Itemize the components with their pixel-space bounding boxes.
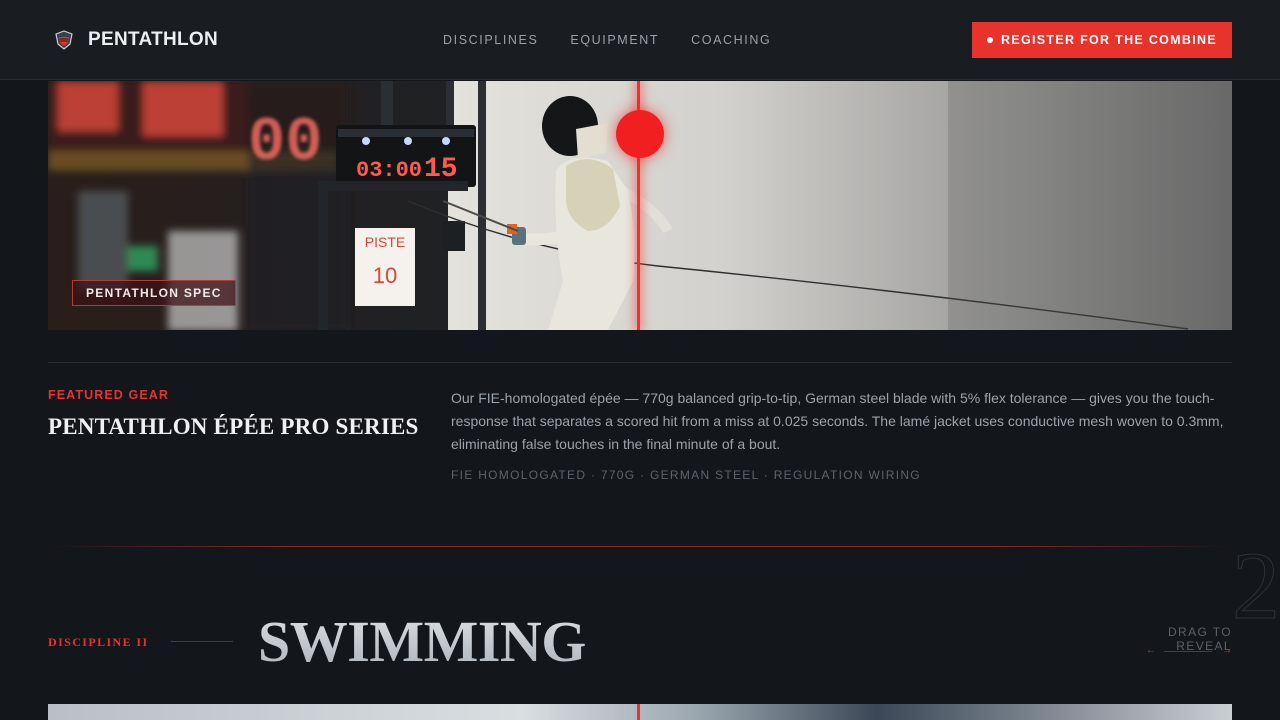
discipline-numeral: 2 bbox=[1232, 532, 1280, 639]
scoreboard-time: 03:00 bbox=[356, 158, 422, 183]
dot-icon bbox=[987, 37, 994, 43]
brand-name: PENTATHLON bbox=[88, 29, 219, 50]
featured-gear-kicker: FEATURED GEAR bbox=[48, 388, 170, 402]
featured-gear-specs: FIE HOMOLOGATED · 770G · GERMAN STEEL · … bbox=[451, 468, 921, 482]
reveal-slider-line-swimming[interactable] bbox=[637, 704, 640, 720]
discipline-kicker: DISCIPLINE II bbox=[48, 635, 149, 649]
discipline-title: SWIMMING bbox=[258, 609, 586, 674]
scoreboard-score: 15 bbox=[424, 154, 458, 185]
nav-link-disciplines[interactable]: DISCIPLINES bbox=[443, 33, 538, 47]
pentathlon-spec-badge: PENTATHLON SPEC bbox=[72, 280, 236, 306]
featured-gear-title: PENTATHLON ÉPÉE PRO SERIES bbox=[48, 414, 419, 439]
reveal-slider-handle[interactable] bbox=[616, 110, 664, 158]
fencer-mask-icon bbox=[55, 30, 73, 50]
piste-sign-number: 10 bbox=[373, 263, 397, 288]
nav-link-coaching[interactable]: COACHING bbox=[691, 33, 771, 47]
section-divider bbox=[48, 362, 1232, 363]
hero-image-swimming[interactable] bbox=[48, 704, 1232, 720]
arrow-left-icon: ← bbox=[1146, 645, 1156, 656]
register-combine-label: REGISTER FOR THE COMBINE bbox=[1001, 33, 1217, 47]
accent-divider bbox=[48, 546, 1232, 547]
top-navigation-bar: PENTATHLON DISCIPLINES EQUIPMENT COACHIN… bbox=[0, 0, 1280, 80]
drag-track bbox=[1164, 651, 1212, 652]
drag-indicator[interactable]: ← → bbox=[1146, 645, 1232, 661]
hero-image-fencing[interactable]: 00 03:00 15 PISTE 10 PENTATHLON SPEC bbox=[48, 81, 1232, 330]
main-nav: DISCIPLINES EQUIPMENT COACHING bbox=[443, 33, 803, 47]
register-combine-button[interactable]: REGISTER FOR THE COMBINE bbox=[972, 22, 1232, 58]
featured-gear-description: Our FIE-homologated épée — 770g balanced… bbox=[451, 390, 1224, 452]
scoreboard-big-digits: 00 bbox=[248, 107, 322, 178]
piste-sign-word: PISTE bbox=[365, 234, 405, 250]
brand[interactable]: PENTATHLON bbox=[52, 28, 218, 52]
nav-link-equipment[interactable]: EQUIPMENT bbox=[570, 33, 659, 47]
discipline-rule bbox=[171, 641, 233, 642]
arrow-right-icon: → bbox=[1222, 645, 1232, 656]
